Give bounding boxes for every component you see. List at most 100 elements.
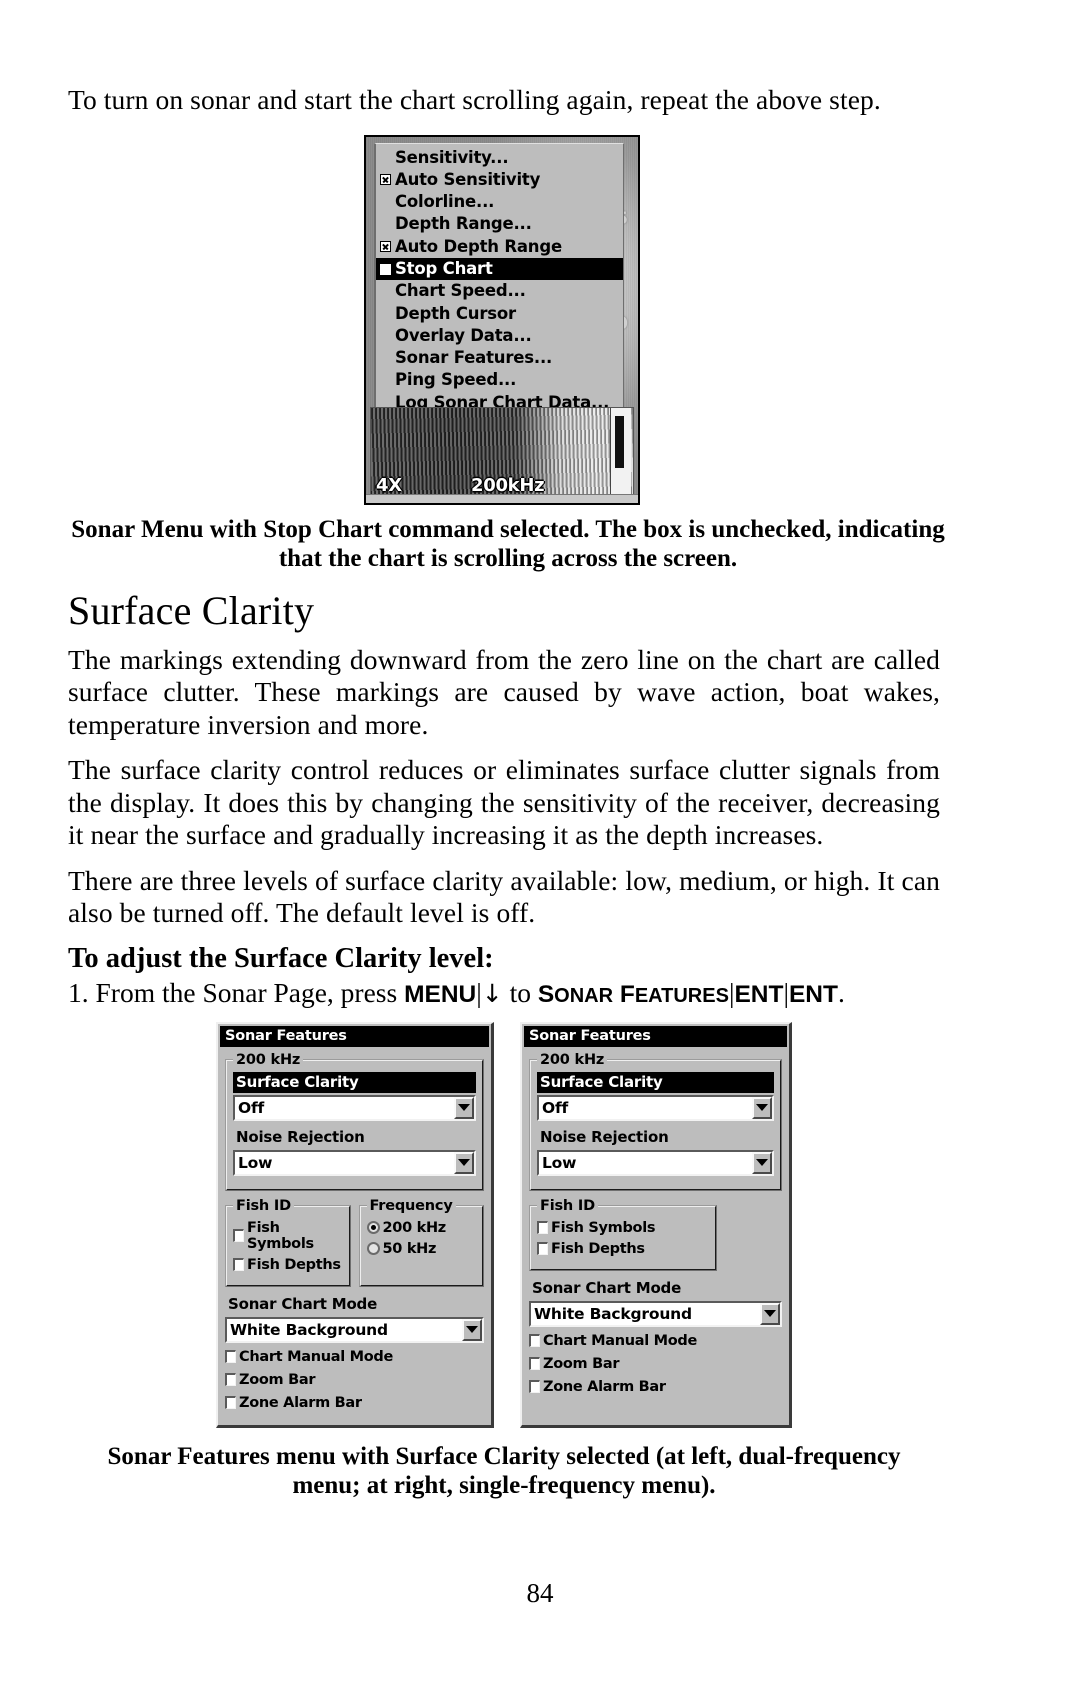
menu-item-label: Auto Sensitivity [395,169,541,189]
step-mid: to [502,976,538,1008]
label-noise-rejection: Noise Rejection [233,1126,476,1148]
step-1-instruction: 1. From the Sonar Page, press MENU|↓ to … [68,977,940,1012]
sc-s: S [537,980,555,1008]
group-frequency: Frequency 200 kHz 50 kHz [358,1197,484,1287]
checkbox-icon[interactable] [225,1373,236,1386]
dialog-title: Sonar Features [220,1025,489,1047]
group-200khz: 200 kHz Surface Clarity Off Noise Reject… [529,1051,782,1191]
paragraph-2: The surface clarity control reduces or e… [68,754,940,850]
sonar-features-dialogs: Sonar Features 200 kHz Surface Clarity O… [68,1021,940,1428]
checkbox-icon[interactable] [233,1229,244,1242]
checkbox-icon[interactable] [537,1221,548,1234]
label-sonar-chart-mode: Sonar Chart Mode [225,1293,484,1315]
menu-item-ping-speed[interactable]: Ping Speed... [376,369,623,391]
checkbox-icon[interactable] [537,1242,548,1255]
menu-item-sensitivity[interactable]: Sensitivity... [376,147,623,169]
sonar-features-dialog-dual: Sonar Features 200 kHz Surface Clarity O… [216,1021,494,1428]
group-fish-id: Fish ID Fish Symbols Fish Depths [225,1197,351,1287]
sc-f: F [619,980,635,1008]
checkbox-icon[interactable] [225,1396,236,1409]
checkbox-label: Chart Manual Mode [543,1332,698,1349]
sonar-menu-panel: Sensitivity... Auto Sensitivity Colorlin… [374,142,624,419]
section-heading-surface-clarity: Surface Clarity [68,587,315,633]
menu-item-label: Depth Range... [395,214,532,234]
radio-selected-icon[interactable] [366,1221,380,1234]
intro-paragraph: To turn on sonar and start the chart scr… [68,84,881,115]
chevron-down-icon[interactable] [454,1096,474,1119]
sonar-chart-mode-dropdown[interactable]: White Background [529,1300,782,1327]
label-surface-clarity: Surface Clarity [537,1071,774,1093]
checkbox-icon[interactable] [529,1357,540,1370]
checkbox-zoom-bar[interactable]: Zoom Bar [529,1356,782,1372]
menu-item-chart-speed[interactable]: Chart Speed... [376,280,623,302]
radio-200khz[interactable]: 200 kHz [366,1220,477,1236]
menu-item-depth-range[interactable]: Depth Range... [376,213,623,235]
radio-icon[interactable] [366,1242,380,1255]
checkbox-label: Fish Depths [551,1240,645,1257]
chevron-down-icon[interactable] [752,1096,772,1119]
checkbox-checked-icon[interactable] [380,241,391,253]
sonar-features-dialog-single: Sonar Features 200 kHz Surface Clarity O… [520,1021,792,1428]
sonar-chart-mode-value: White Background [534,1305,692,1323]
radio-50khz[interactable]: 50 kHz [366,1241,477,1257]
label-surface-clarity: Surface Clarity [233,1071,476,1093]
menu-item-label: Overlay Data... [395,325,532,345]
key-ent-2: ENT [788,980,838,1008]
menu-item-label: Chart Speed... [395,281,526,301]
noise-rejection-dropdown[interactable]: Low [233,1149,476,1176]
menu-item-stop-chart[interactable]: Stop Chart [376,257,623,281]
arrow-down-icon: ↓ [481,978,503,1008]
checkbox-fish-symbols[interactable]: Fish Symbols [233,1220,343,1252]
checkbox-zone-alarm-bar[interactable]: Zone Alarm Bar [225,1395,484,1411]
chevron-down-icon[interactable] [462,1318,482,1341]
checkbox-label: Zone Alarm Bar [543,1378,666,1395]
chevron-down-icon[interactable] [760,1302,780,1325]
checkbox-unchecked-icon[interactable] [380,263,391,275]
menu-item-sonar-features[interactable]: Sonar Features... [376,347,623,369]
bottom-checkbox-list: Chart Manual Mode Zoom Bar Zone Alarm Ba… [529,1333,782,1395]
checkbox-checked-icon[interactable] [380,174,391,186]
paragraph-3: There are three levels of surface clarit… [68,864,940,929]
sc-onar: ONAR [554,984,614,1007]
group-fish-id: Fish ID Fish Symbols Fish Depths [529,1197,717,1271]
fishid-frequency-row: Fish ID Fish Symbols Fish Depths Frequen… [225,1197,484,1294]
checkbox-fish-depths[interactable]: Fish Depths [537,1241,709,1257]
group-label-frequency: Frequency [369,1197,453,1214]
subheading-adjust-surface-clarity: To adjust the Surface Clarity level: [68,942,494,974]
group-label-fish-id: Fish ID [236,1197,291,1214]
checkbox-zoom-bar[interactable]: Zoom Bar [225,1372,484,1388]
menu-item-label: Sonar Features... [395,348,553,368]
menu-item-overlay-data[interactable]: Overlay Data... [376,325,623,347]
group-200khz: 200 kHz Surface Clarity Off Noise Reject… [225,1051,484,1191]
checkbox-zone-alarm-bar[interactable]: Zone Alarm Bar [529,1379,782,1395]
checkbox-chart-manual-mode[interactable]: Chart Manual Mode [225,1349,484,1365]
sonar-bottom-trace [615,415,624,468]
checkbox-fish-depths[interactable]: Fish Depths [233,1257,343,1273]
noise-rejection-value: Low [238,1154,273,1172]
dialog-title: Sonar Features [524,1025,787,1047]
menu-item-label: Colorline... [395,192,495,212]
menu-item-depth-cursor[interactable]: Depth Cursor [376,303,623,325]
checkbox-fish-symbols[interactable]: Fish Symbols [537,1220,709,1236]
menu-item-label: Sensitivity... [395,147,509,167]
checkbox-icon[interactable] [233,1258,244,1271]
sonar-chart-strip: 4X 200kHz [370,406,634,499]
surface-clarity-dropdown[interactable]: Off [537,1094,774,1121]
checkbox-icon[interactable] [529,1334,540,1347]
checkbox-label: Zone Alarm Bar [239,1394,362,1411]
surface-clarity-dropdown[interactable]: Off [233,1094,476,1121]
checkbox-chart-manual-mode[interactable]: Chart Manual Mode [529,1333,782,1349]
menu-item-auto-depth-range[interactable]: Auto Depth Range [376,236,623,258]
dialog-body: 200 kHz Surface Clarity Off Noise Reject… [218,1047,491,1425]
noise-rejection-value: Low [542,1154,577,1172]
menu-item-auto-sensitivity[interactable]: Auto Sensitivity [376,169,623,191]
checkbox-icon[interactable] [225,1350,236,1363]
zoom-level-overlay: 4X [376,474,402,496]
sonar-chart-mode-dropdown[interactable]: White Background [225,1316,484,1343]
noise-rejection-dropdown[interactable]: Low [537,1149,774,1176]
checkbox-icon[interactable] [529,1380,540,1393]
chevron-down-icon[interactable] [454,1151,474,1174]
sonar-device-screen: 35 40 45 Sensitivity... Auto Sensitivity… [364,134,640,505]
chevron-down-icon[interactable] [752,1151,772,1174]
menu-item-colorline[interactable]: Colorline... [376,191,623,213]
